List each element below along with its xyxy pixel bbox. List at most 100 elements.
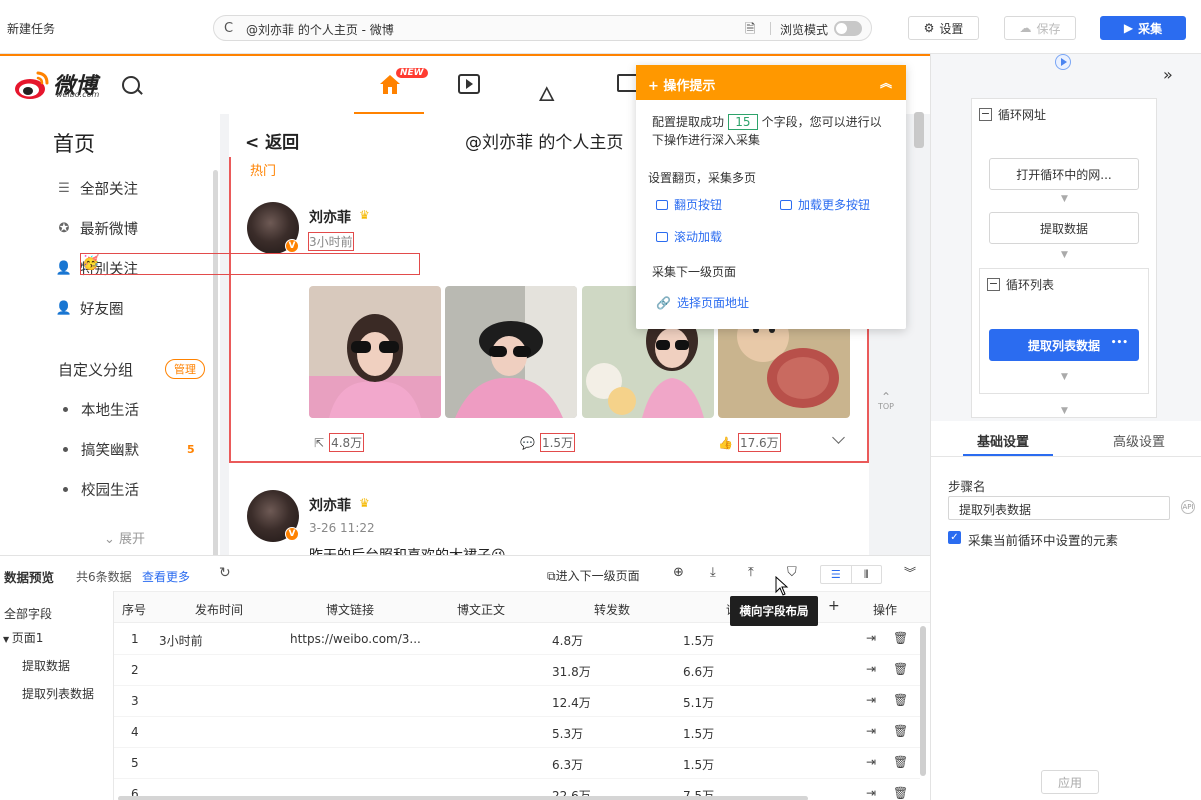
table-cell[interactable]: 6.6万	[683, 663, 714, 680]
scroll-load-link[interactable]: 滚动加载	[656, 228, 722, 245]
enter-row-icon[interactable]: ⇥	[866, 693, 876, 707]
chevron-double-down-icon[interactable]: ︾	[904, 564, 916, 581]
extract-list-data-node[interactable]: 提取列表数据 •••	[989, 329, 1139, 361]
loop-list-header[interactable]: − 循环列表	[987, 276, 1054, 293]
enter-row-icon[interactable]: ⇥	[866, 724, 876, 738]
sidebar-item-local[interactable]: 本地生活	[81, 399, 139, 420]
sidebar-item-campus[interactable]: 校园生活	[81, 479, 139, 500]
step-name-input[interactable]: 提取列表数据	[948, 496, 1170, 520]
trash-icon[interactable]: 🗑	[893, 755, 908, 769]
chevron-double-up-icon[interactable]: ︽	[880, 74, 892, 91]
flow-start-icon[interactable]	[1055, 54, 1071, 70]
table-cell[interactable]: 5.3万	[552, 725, 583, 742]
collapse-minus-icon[interactable]: −	[987, 278, 1000, 291]
horizontal-layout-icon[interactable]: ☰	[821, 566, 851, 583]
address-bar[interactable]: C @刘亦菲 的个人主页 - 微博 🗎 浏览模式	[213, 15, 872, 41]
task-title[interactable]: 新建任务	[7, 20, 55, 37]
table-vertical-scrollbar[interactable]	[920, 626, 926, 776]
tab-basic-settings[interactable]: 基础设置	[977, 431, 1029, 450]
table-cell[interactable]: 4.8万	[552, 632, 583, 649]
extract-data-node[interactable]: 提取数据	[989, 212, 1139, 244]
document-icon[interactable]: 🗎	[745, 20, 755, 42]
weibo-logo-icon[interactable]	[14, 70, 50, 100]
open-loop-url-node[interactable]: 打开循环中的网...	[989, 158, 1139, 190]
settings-button[interactable]: ⚙ 设置	[908, 16, 979, 40]
hot-fire-icon[interactable]: 🜂	[538, 72, 555, 113]
column-header[interactable]: 转发数	[594, 601, 630, 618]
table-cell[interactable]: 2	[131, 663, 139, 677]
table-cell[interactable]: 3小时前	[159, 632, 203, 649]
back-to-top-button[interactable]: ⌃ TOP	[875, 391, 897, 411]
table-cell[interactable]: 4	[131, 725, 139, 739]
more-options-icon[interactable]: •••	[1111, 338, 1128, 348]
table-cell[interactable]: 1	[131, 632, 139, 646]
column-header[interactable]: 博文正文	[457, 601, 505, 618]
save-button[interactable]: ☁ 保存	[1004, 16, 1076, 40]
pagination-button-link[interactable]: 翻页按钮	[656, 196, 722, 213]
table-horizontal-scrollbar[interactable]	[118, 796, 808, 800]
table-cell[interactable]: 1.5万	[683, 632, 714, 649]
feed-scrollbar[interactable]	[914, 112, 924, 148]
add-row-icon[interactable]: ⊕	[673, 565, 684, 580]
table-cell[interactable]: 5	[131, 756, 139, 770]
add-column-button[interactable]: +	[828, 598, 840, 614]
trash-icon[interactable]: 🗑	[893, 631, 908, 645]
enter-row-icon[interactable]: ⇥	[866, 662, 876, 676]
download-icon[interactable]: ⤓	[710, 565, 716, 580]
post-username[interactable]: 刘亦菲	[309, 495, 351, 515]
layout-switch[interactable]: ☰ ⦀	[820, 565, 882, 584]
post-time[interactable]: 3小时前	[308, 232, 354, 251]
vertical-layout-icon[interactable]: ⦀	[850, 566, 882, 583]
table-cell[interactable]: 3	[131, 694, 139, 708]
tree-extract-data[interactable]: 提取数据	[22, 657, 70, 674]
post-time[interactable]: 3-26 11:22	[309, 521, 375, 535]
trash-icon[interactable]: 🗑	[893, 786, 908, 800]
post-image[interactable]	[309, 286, 441, 418]
trash-icon[interactable]: 🗑	[893, 662, 908, 676]
tip-header[interactable]: + 操作提示 ︽	[636, 65, 906, 100]
table-cell[interactable]: 1.5万	[683, 756, 714, 773]
tree-page1[interactable]: ▼ 页面1	[3, 629, 43, 646]
browse-mode-toggle[interactable]	[834, 21, 862, 36]
like-button[interactable]: 👍 17.6万	[718, 433, 781, 452]
search-icon[interactable]	[122, 76, 140, 94]
enter-row-icon[interactable]: ⇥	[866, 631, 876, 645]
collect-loop-elements-checkbox[interactable]: ✓	[948, 531, 961, 544]
sidebar-item-funny[interactable]: 搞笑幽默	[81, 439, 139, 460]
tree-extract-list-data[interactable]: 提取列表数据	[22, 685, 94, 702]
table-cell[interactable]: 31.8万	[552, 663, 591, 680]
column-header[interactable]: 博文链接	[326, 601, 374, 618]
comment-button[interactable]: 💬 1.5万	[520, 433, 576, 452]
enter-subpage-button[interactable]: ⧉进入下一级页面	[547, 567, 640, 584]
refresh-icon[interactable]: ↻	[219, 565, 231, 581]
trash-icon[interactable]: 🗑	[893, 693, 908, 707]
manage-button[interactable]: 管理	[165, 359, 205, 379]
upload-icon[interactable]: ⤒	[748, 565, 754, 580]
select-page-url-link[interactable]: 🔗 选择页面地址	[656, 294, 749, 311]
collapse-double-right-icon[interactable]: »	[1163, 65, 1173, 84]
post-image[interactable]	[445, 286, 577, 418]
table-cell[interactable]: 12.4万	[552, 694, 591, 711]
sidebar-item-latest[interactable]: ✪ 最新微博	[56, 218, 138, 239]
reload-icon[interactable]: C	[224, 21, 233, 36]
table-cell[interactable]: 1.5万	[683, 725, 714, 742]
loop-url-header[interactable]: − 循环网址	[979, 106, 1046, 123]
enter-row-icon[interactable]: ⇥	[866, 755, 876, 769]
post-username[interactable]: 刘亦菲	[309, 207, 351, 227]
tree-all-fields[interactable]: 全部字段	[4, 605, 52, 622]
back-button[interactable]: < 返回	[245, 128, 299, 153]
table-cell[interactable]: 6.3万	[552, 756, 583, 773]
enter-row-icon[interactable]: ⇥	[866, 786, 876, 800]
column-header[interactable]: 序号	[122, 601, 146, 618]
repost-button[interactable]: ⇱ 4.8万	[314, 433, 365, 452]
sidebar-scrollbar[interactable]	[213, 170, 218, 555]
sidebar-home-title[interactable]: 首页	[53, 128, 95, 158]
table-cell[interactable]: https://weibo.com/3...	[290, 632, 421, 646]
apply-button[interactable]: 应用	[1041, 770, 1099, 794]
table-cell[interactable]: 5.1万	[683, 694, 714, 711]
collapse-minus-icon[interactable]: −	[979, 108, 992, 121]
load-more-button-link[interactable]: 加载更多按钮	[780, 196, 870, 213]
video-icon[interactable]	[458, 74, 480, 94]
trash-icon[interactable]: 🗑	[893, 724, 908, 738]
sidebar-item-all-follow[interactable]: ☰ 全部关注	[56, 178, 138, 199]
